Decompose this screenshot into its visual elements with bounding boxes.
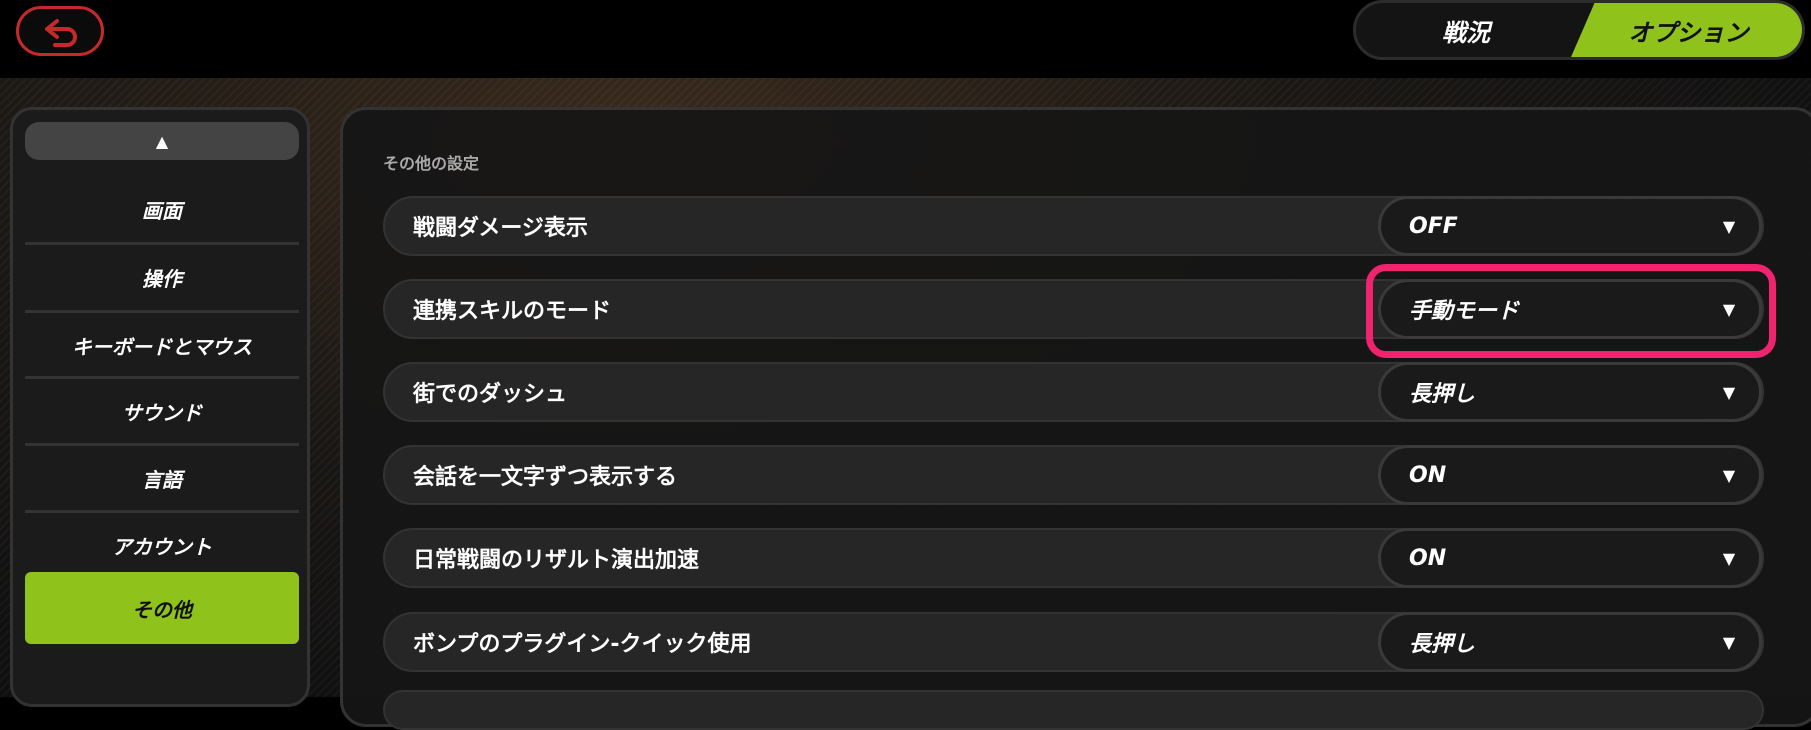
sidebar-item-keyboard-mouse[interactable]: キーボードとマウス: [25, 312, 299, 378]
back-button[interactable]: [16, 6, 104, 56]
section-title: その他の設定: [383, 154, 480, 173]
setting-dropdown[interactable]: OFF ▼: [1378, 196, 1762, 256]
tab-battle-status[interactable]: 戦況: [1356, 3, 1576, 57]
return-icon: [45, 19, 77, 47]
dropdown-arrow-icon: ▼: [1722, 216, 1736, 236]
setting-dropdown[interactable]: 長押し ▼: [1378, 612, 1762, 672]
dropdown-arrow-icon: ▼: [1722, 382, 1736, 402]
sidebar-item-other[interactable]: その他: [25, 572, 299, 644]
dropdown-value: 長押し: [1409, 382, 1476, 407]
setting-label: 戦闘ダメージ表示: [413, 216, 588, 241]
setting-dropdown[interactable]: ON ▼: [1378, 528, 1762, 588]
sidebar-item-language[interactable]: 言語: [25, 445, 299, 511]
sidebar-item-sound[interactable]: サウンド: [25, 378, 299, 444]
top-tabs: 戦況 オプション: [1353, 0, 1805, 60]
setting-dropdown[interactable]: 長押し ▼: [1378, 362, 1762, 422]
scroll-up-button[interactable]: ▲: [25, 122, 299, 160]
dropdown-arrow-icon: ▼: [1722, 465, 1736, 485]
setting-label: 会話を一文字ずつ表示する: [413, 465, 678, 490]
setting-row: 会話を一文字ずつ表示する ON ▼: [383, 445, 1764, 505]
dropdown-value: 長押し: [1409, 632, 1476, 657]
setting-row-partial: [383, 690, 1764, 730]
tab-options[interactable]: オプション: [1571, 3, 1802, 57]
sidebar-item-screen[interactable]: 画面: [25, 176, 299, 242]
setting-row: ボンプのプラグイン-クイック使用 長押し ▼: [383, 612, 1764, 672]
dropdown-value: ON: [1409, 545, 1447, 571]
dropdown-arrow-icon: ▼: [1722, 548, 1736, 568]
dropdown-arrow-icon: ▼: [1722, 632, 1736, 652]
setting-row: 戦闘ダメージ表示 OFF ▼: [383, 196, 1764, 256]
highlight-box: [1366, 264, 1776, 358]
sidebar-item-account[interactable]: アカウント: [25, 512, 299, 578]
setting-label: 連携スキルのモード: [413, 299, 612, 324]
top-bar: 戦況 オプション: [0, 0, 1811, 78]
up-arrow-icon: ▲: [155, 131, 169, 151]
setting-dropdown[interactable]: ON ▼: [1378, 445, 1762, 505]
sidebar-item-controls[interactable]: 操作: [25, 244, 299, 310]
setting-label: 街でのダッシュ: [413, 382, 568, 407]
setting-row: 街でのダッシュ 長押し ▼: [383, 362, 1764, 422]
dropdown-value: ON: [1409, 462, 1447, 488]
setting-row: 日常戦闘のリザルト演出加速 ON ▼: [383, 528, 1764, 588]
setting-label: 日常戦闘のリザルト演出加速: [413, 548, 700, 573]
sidebar: ▲ 画面 操作 キーボードとマウス サウンド 言語 アカウント その他: [10, 107, 310, 707]
dropdown-value: OFF: [1409, 213, 1458, 239]
setting-label: ボンプのプラグイン-クイック使用: [413, 632, 752, 657]
